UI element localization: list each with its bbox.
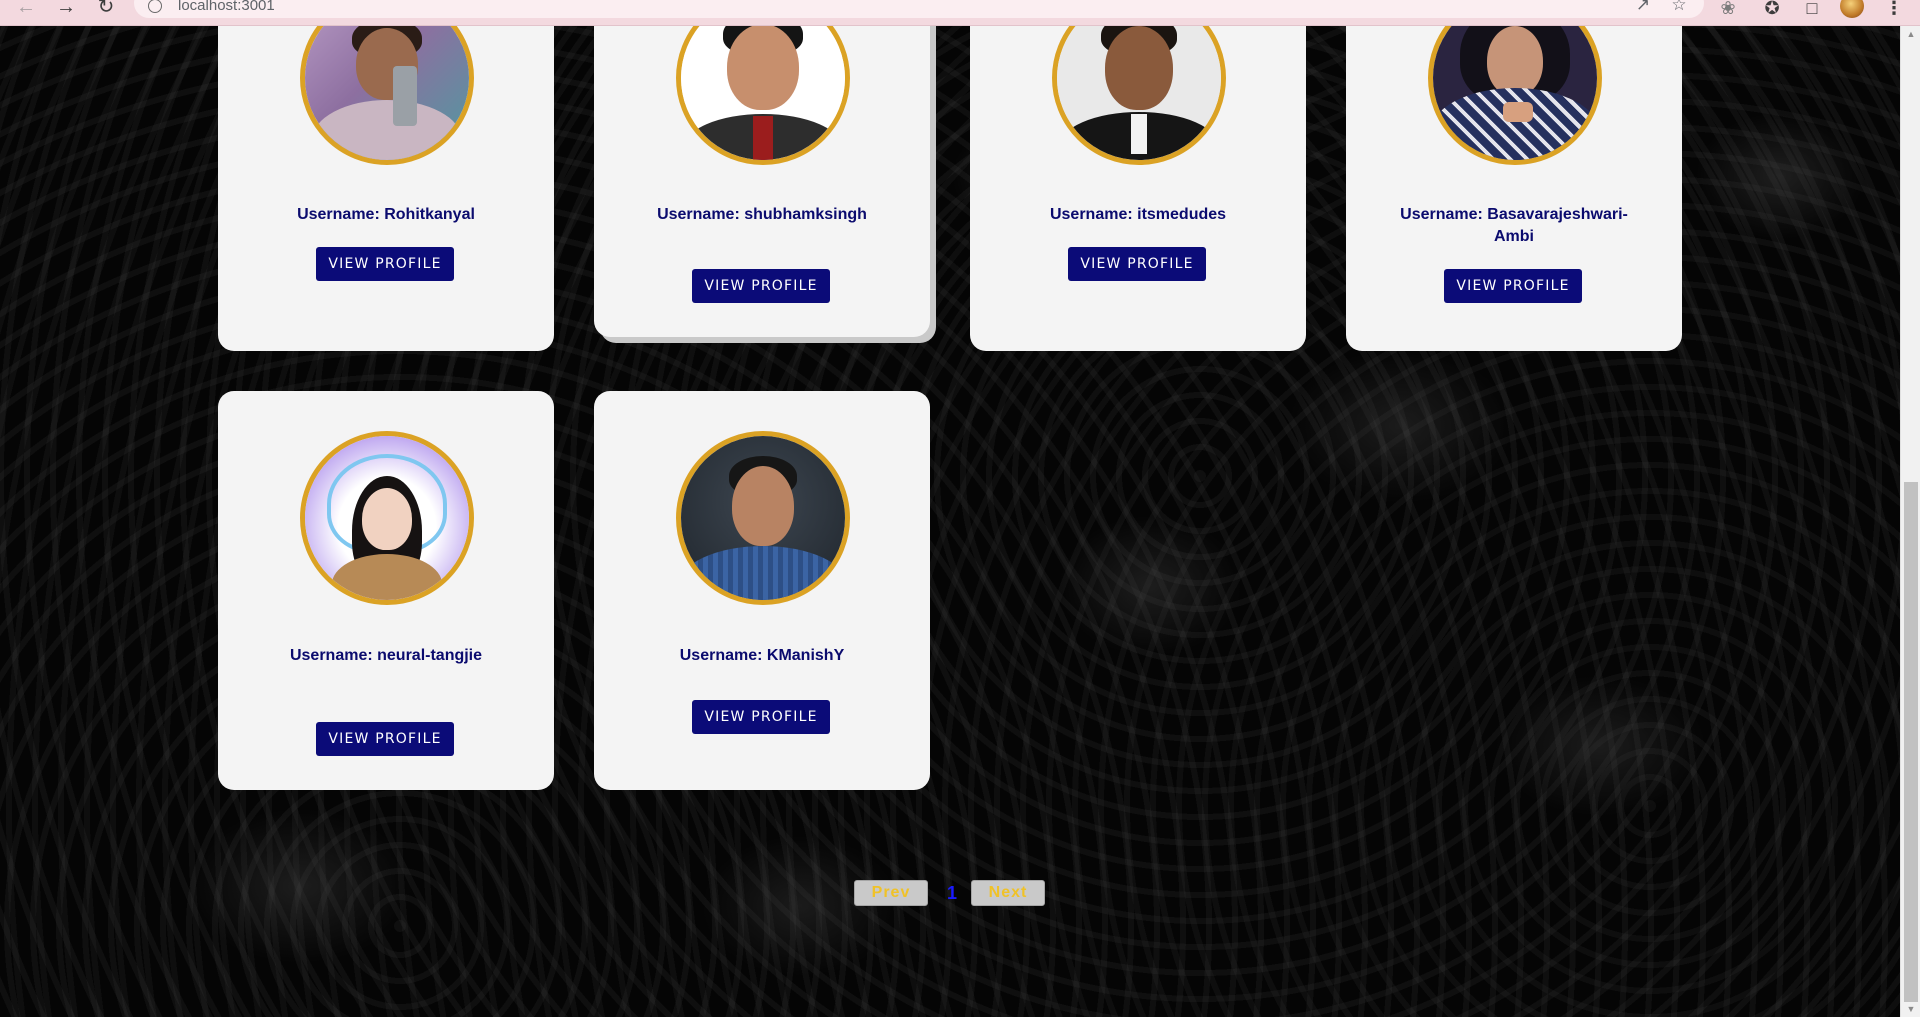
username-label: Username: neural-tangjie (289, 647, 483, 664)
username-label: Username: shubhamksingh (657, 206, 867, 223)
page-scrollbar[interactable]: ▲ ▼ (1900, 26, 1920, 1017)
profile-card: Username: Basavarajeshwari-Ambi VIEW PRO… (1346, 26, 1682, 351)
avatar (300, 26, 474, 165)
profile-card: Username: shubhamksingh VIEW PROFILE (594, 26, 930, 337)
profile-card: Username: neural-tangjie VIEW PROFILE (218, 391, 554, 790)
view-profile-button[interactable]: VIEW PROFILE (692, 269, 830, 303)
view-profile-button[interactable]: VIEW PROFILE (692, 700, 830, 734)
bookmark-star-icon[interactable]: ☆ (1668, 0, 1690, 15)
next-page-button[interactable]: Next (971, 880, 1045, 906)
username-label: Username: Basavarajeshwari-Ambi (1400, 206, 1628, 245)
address-url[interactable]: localhost:3001 (178, 0, 275, 14)
profile-avatar-icon[interactable] (1840, 0, 1864, 18)
side-panel-icon[interactable]: □ (1800, 0, 1824, 20)
site-info-icon[interactable] (148, 0, 162, 13)
profile-card: Username: Rohitkanyal VIEW PROFILE (218, 26, 554, 351)
username-label: Username: itsmedudes (1049, 206, 1227, 223)
view-profile-button[interactable]: VIEW PROFILE (316, 247, 454, 281)
profile-card: Username: KManishY VIEW PROFILE (594, 391, 930, 790)
scrollbar-thumb[interactable] (1904, 482, 1918, 1002)
forward-arrow-icon[interactable]: → (52, 0, 80, 20)
avatar (1052, 26, 1226, 165)
kebab-menu-icon[interactable]: ⋮ (1882, 0, 1906, 20)
reload-icon[interactable]: ↻ (92, 0, 120, 20)
page-content: Username: Rohitkanyal VIEW PROFILE Usern… (0, 26, 1900, 1017)
address-bar[interactable]: localhost:3001 ↗ ☆ (134, 0, 1704, 18)
extension-icon[interactable]: ❀ (1716, 0, 1740, 20)
browser-toolbar: ← → ↻ localhost:3001 ↗ ☆ ❀ ✪ □ ⋮ (0, 0, 1920, 26)
avatar (300, 431, 474, 605)
view-profile-button[interactable]: VIEW PROFILE (316, 722, 454, 756)
scroll-down-arrow-icon[interactable]: ▼ (1901, 1001, 1920, 1017)
avatar (676, 26, 850, 165)
view-profile-button[interactable]: VIEW PROFILE (1444, 269, 1582, 303)
share-icon[interactable]: ↗ (1632, 0, 1654, 15)
scroll-up-arrow-icon[interactable]: ▲ (1901, 26, 1920, 42)
prev-page-button[interactable]: Prev (854, 880, 928, 906)
username-label: Username: KManishY (679, 647, 845, 664)
username-label: Username: Rohitkanyal (297, 206, 475, 223)
profile-card: Username: itsmedudes VIEW PROFILE (970, 26, 1306, 351)
back-arrow-icon[interactable]: ← (12, 0, 40, 20)
avatar (676, 431, 850, 605)
puzzle-extensions-icon[interactable]: ✪ (1760, 0, 1784, 20)
view-profile-button[interactable]: VIEW PROFILE (1068, 247, 1206, 281)
avatar (1428, 26, 1602, 165)
current-page-number: 1 (946, 883, 957, 903)
